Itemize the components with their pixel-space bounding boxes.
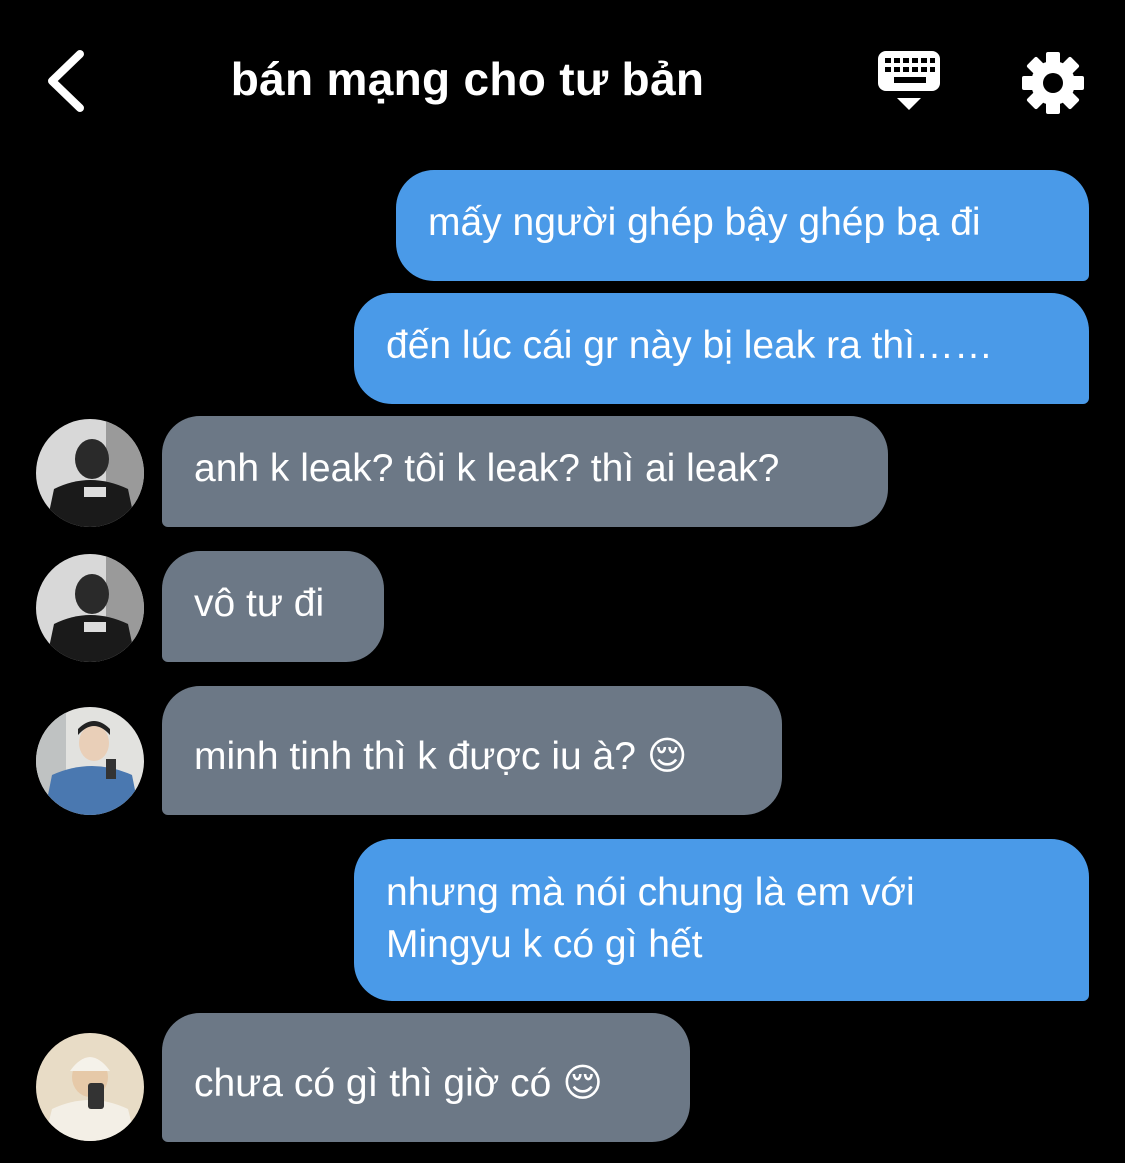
message-text: đến lúc cái gr này bị leak ra thì…… [386,324,993,367]
outgoing-message[interactable]: nhưng mà nói chung là em với Mingyu k có… [354,839,1089,1001]
message-text: minh tinh thì k được iu à? 😌 [194,735,688,778]
avatar-photo [36,707,144,815]
outgoing-message[interactable]: mấy người ghép bậy ghép bạ đi [396,170,1089,281]
avatar-dark-jacket[interactable] [36,554,144,662]
incoming-message[interactable]: vô tư đi [162,551,384,662]
message-text: vô tư đi [194,582,325,625]
avatar-dark-jacket[interactable] [36,419,144,527]
conversation-title: bán mạng cho tư bản [230,53,705,105]
message-text: mấy người ghép bậy ghép bạ đi [428,201,981,244]
message-text-line: nhưng mà nói chung là em với [386,871,915,914]
avatar-photo [36,554,144,662]
chat-header: bán mạng cho tư bản [0,0,1125,160]
outgoing-message[interactable]: đến lúc cái gr này bị leak ra thì…… [354,293,1089,404]
incoming-message[interactable]: minh tinh thì k được iu à? 😌 [162,686,782,815]
message-text-line: Mingyu k có gì hết [386,923,703,966]
incoming-message[interactable]: chưa có gì thì giờ có 😌 [162,1013,690,1142]
avatar-photo [36,1033,144,1141]
keyboard-hide-icon [878,51,940,110]
avatar-denim-jacket[interactable] [36,707,144,815]
avatar-white-beanie[interactable] [36,1033,144,1141]
message-text: anh k leak? tôi k leak? thì ai leak? [194,447,780,490]
message-text: chưa có gì thì giờ có 😌 [194,1062,603,1105]
gear-icon [1022,52,1084,114]
incoming-message[interactable]: anh k leak? tôi k leak? thì ai leak? [162,416,888,527]
avatar-photo [36,419,144,527]
settings-button[interactable] [1020,50,1086,116]
keyboard-toggle-button[interactable] [875,48,943,114]
